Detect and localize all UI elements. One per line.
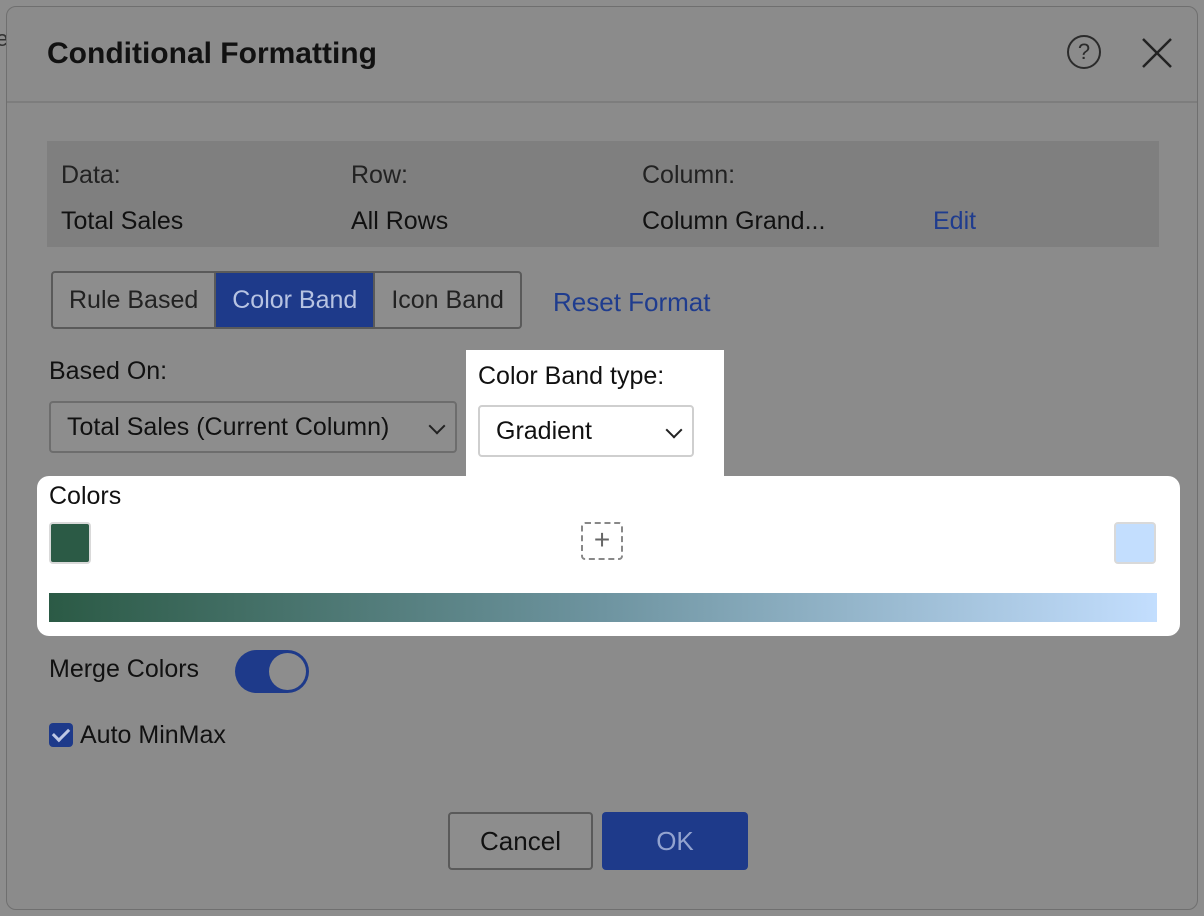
merge-colors-label: Merge Colors [49, 655, 200, 683]
color-band-type-panel: Color Band type: Gradient [466, 350, 724, 490]
data-value: Total Sales [61, 207, 184, 235]
color-band-type-label: Color Band type: [478, 362, 665, 390]
based-on-label: Based On: [49, 357, 168, 385]
tab-icon-band[interactable]: Icon Band [375, 273, 520, 327]
edit-link[interactable]: Edit [933, 207, 976, 236]
dialog-header: Conditional Formatting ? [7, 7, 1197, 103]
column-label: Column: [642, 161, 736, 189]
cancel-button[interactable]: Cancel [448, 812, 593, 870]
auto-minmax-label: Auto MinMax [80, 721, 226, 749]
tab-color-band[interactable]: Color Band [216, 273, 376, 327]
color-band-type-value: Gradient [496, 417, 592, 445]
auto-minmax-checkbox[interactable] [49, 723, 73, 747]
end-color-swatch[interactable] [1114, 522, 1156, 564]
help-icon[interactable]: ? [1067, 35, 1101, 69]
based-on-select[interactable]: Total Sales (Current Column) [49, 401, 457, 453]
chevron-down-icon [428, 417, 446, 435]
conditional-formatting-dialog: Conditional Formatting ? Data: Total Sal… [6, 6, 1198, 910]
tab-rule-based[interactable]: Rule Based [53, 273, 217, 327]
data-label: Data: [61, 161, 121, 189]
color-band-type-select[interactable]: Gradient [478, 405, 694, 457]
add-color-button[interactable]: + [581, 522, 623, 560]
close-icon[interactable] [1137, 33, 1177, 73]
selection-info-panel: Data: Total Sales Row: All Rows Column: … [47, 141, 1159, 247]
colors-label: Colors [49, 482, 122, 510]
ok-button[interactable]: OK [602, 812, 748, 870]
dialog-title: Conditional Formatting [47, 37, 377, 70]
reset-format-link[interactable]: Reset Format [553, 287, 711, 318]
based-on-value: Total Sales (Current Column) [67, 413, 390, 441]
gradient-preview-bar [49, 593, 1157, 622]
column-value: Column Grand... [642, 207, 826, 235]
merge-colors-toggle[interactable] [235, 650, 309, 693]
row-value: All Rows [351, 207, 449, 235]
row-label: Row: [351, 161, 408, 189]
colors-panel: Colors + [37, 476, 1180, 636]
toggle-knob [269, 653, 306, 690]
format-type-tabs: Rule Based Color Band Icon Band [51, 271, 522, 329]
start-color-swatch[interactable] [49, 522, 91, 564]
chevron-down-icon [665, 421, 683, 439]
